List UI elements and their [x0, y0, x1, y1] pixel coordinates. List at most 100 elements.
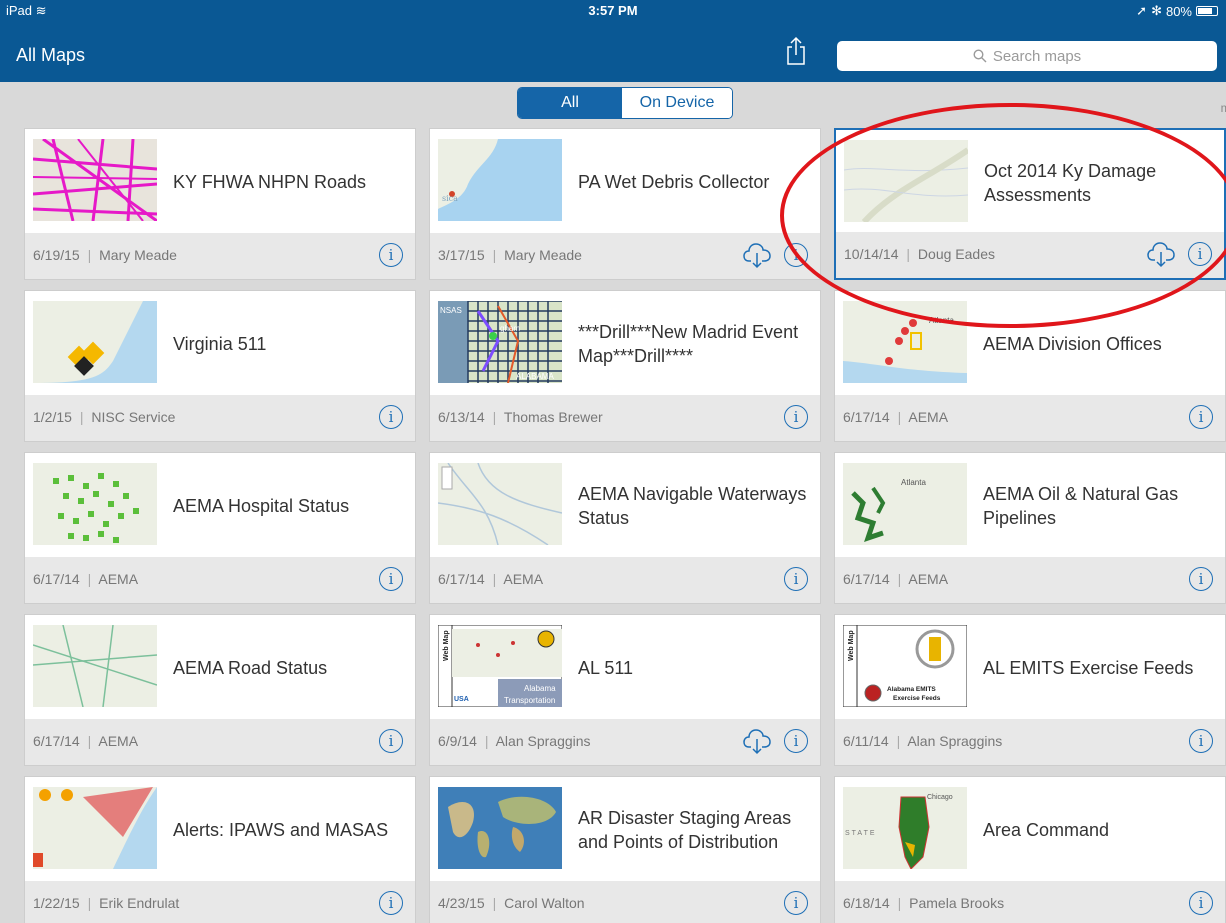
- map-meta: 1/22/15 | Erik Endrulat: [33, 895, 180, 911]
- download-button[interactable]: [742, 241, 772, 269]
- filter-all-tab[interactable]: All: [518, 88, 622, 118]
- thumb-label-state: STATE: [845, 830, 877, 837]
- info-icon: i: [388, 570, 394, 588]
- map-author: Alan Spraggins: [495, 733, 591, 749]
- map-thumbnail: [33, 787, 157, 869]
- thumb-label-chicago: Chicago: [927, 794, 953, 801]
- map-meta: 4/23/15 | Carol Walton: [438, 895, 585, 911]
- info-button[interactable]: i: [1189, 567, 1213, 591]
- info-icon: i: [793, 894, 799, 912]
- thumb-label-usa: USA: [454, 696, 469, 703]
- map-card[interactable]: AEMA Road Status 6/17/14 | AEMA i: [24, 614, 416, 766]
- info-button[interactable]: i: [784, 729, 808, 753]
- map-card[interactable]: sica PA Wet Debris Collector 3/17/15 | M…: [429, 128, 821, 280]
- map-author: Mary Meade: [504, 247, 582, 263]
- card-footer: 6/13/14 | Thomas Brewer i: [430, 395, 820, 441]
- map-meta: 3/17/15 | Mary Meade: [438, 247, 582, 263]
- map-thumbnail: NSAS gham ALABAMA: [438, 301, 562, 383]
- map-card[interactable]: AR Disaster Staging Areas and Points of …: [429, 776, 821, 923]
- thumb-label-alabama-2: Alabama: [524, 684, 556, 693]
- map-card[interactable]: AEMA Navigable Waterways Status 6/17/14 …: [429, 452, 821, 604]
- card-footer: 1/2/15 | NISC Service i: [25, 395, 415, 441]
- map-thumbnail: Web Map Alabama EMITS Exercise Feeds: [843, 625, 967, 707]
- filter-on-device-tab[interactable]: On Device: [622, 88, 732, 118]
- info-icon: i: [1198, 570, 1204, 588]
- map-card[interactable]: Chicago STATE Area Command 6/18/14 | Pam…: [834, 776, 1226, 923]
- map-date: 6/17/14: [33, 733, 80, 749]
- thumb-label-web-map: Web Map: [443, 630, 450, 661]
- info-icon: i: [793, 408, 799, 426]
- card-footer: 6/17/14 | AEMA i: [430, 557, 820, 603]
- search-placeholder: Search maps: [992, 47, 1082, 65]
- info-button[interactable]: i: [379, 729, 403, 753]
- bluetooth-icon: ✻: [1151, 3, 1162, 18]
- thumb-label-nsas: NSAS: [440, 306, 462, 315]
- share-button[interactable]: [785, 36, 807, 66]
- map-author: AEMA: [503, 571, 544, 587]
- info-icon: i: [1198, 732, 1204, 750]
- info-button[interactable]: i: [1189, 729, 1213, 753]
- search-input[interactable]: Search maps: [837, 41, 1217, 71]
- info-button[interactable]: i: [1189, 891, 1213, 915]
- info-button[interactable]: i: [379, 567, 403, 591]
- map-title: PA Wet Debris Collector: [578, 171, 770, 192]
- map-date: 4/23/15: [438, 895, 485, 911]
- map-card[interactable]: Web Map Alabama Transportation USA AL 51…: [429, 614, 821, 766]
- map-author: Alan Spraggins: [907, 733, 1003, 749]
- map-thumbnail: Web Map Alabama Transportation USA: [438, 625, 562, 707]
- info-button[interactable]: i: [784, 405, 808, 429]
- map-count: 12 map: [1220, 101, 1226, 115]
- map-thumbnail: [438, 787, 562, 869]
- thumb-label-feeds: Exercise Feeds: [893, 695, 941, 702]
- map-card[interactable]: NSAS gham ALABAMA ***Drill***New Madrid …: [429, 290, 821, 442]
- map-thumbnail: [438, 463, 562, 545]
- map-title: KY FHWA NHPN Roads: [173, 171, 367, 192]
- info-button[interactable]: i: [784, 567, 808, 591]
- map-card[interactable]: AEMA Hospital Status 6/17/14 | AEMA i: [24, 452, 416, 604]
- thumb-label-gham: gham: [500, 324, 520, 333]
- map-thumbnail: [33, 139, 157, 221]
- map-date: 6/17/14: [843, 571, 890, 587]
- share-icon: [787, 36, 805, 65]
- card-footer: 6/11/14 | Alan Spraggins i: [835, 719, 1225, 765]
- info-button[interactable]: i: [379, 891, 403, 915]
- map-author: AEMA: [98, 733, 139, 749]
- map-title: Area Command: [983, 819, 1110, 840]
- info-button[interactable]: i: [379, 243, 403, 267]
- thumb-label-alabama: ALABAMA: [516, 372, 554, 381]
- map-card[interactable]: KY FHWA NHPN Roads 6/19/15 | Mary Meade …: [24, 128, 416, 280]
- map-author: Carol Walton: [504, 895, 585, 911]
- info-button[interactable]: i: [1189, 405, 1213, 429]
- thumb-label-atlanta-2: Atlanta: [901, 478, 926, 487]
- info-button[interactable]: i: [784, 891, 808, 915]
- map-date: 6/11/14: [843, 733, 889, 749]
- location-arrow-icon: ➚: [1136, 3, 1148, 18]
- map-date: 6/9/14: [438, 733, 477, 749]
- filter-segmented-control: All On Device: [517, 87, 733, 119]
- map-card[interactable]: Web Map Alabama EMITS Exercise Feeds AL …: [834, 614, 1226, 766]
- thumb-label-transportation: Transportation: [504, 696, 555, 705]
- map-card[interactable]: Alerts: IPAWS and MASAS 1/22/15 | Erik E…: [24, 776, 416, 923]
- download-button[interactable]: [742, 727, 772, 755]
- page-title: All Maps: [16, 45, 86, 65]
- highlight-annotation: [780, 103, 1226, 328]
- card-footer: 6/9/14 | Alan Spraggins i: [430, 719, 820, 765]
- card-footer: 6/17/14 | AEMA i: [835, 557, 1225, 603]
- map-author: Pamela Brooks: [909, 895, 1005, 911]
- map-title: AEMA Hospital Status: [173, 495, 350, 516]
- info-button[interactable]: i: [379, 405, 403, 429]
- map-thumbnail: [33, 625, 157, 707]
- map-meta: 6/17/14 | AEMA: [843, 409, 949, 425]
- card-footer: 3/17/15 | Mary Meade i: [430, 233, 820, 279]
- map-card[interactable]: Atlanta AEMA Oil & Natural Gas Pipelines…: [834, 452, 1226, 604]
- map-card[interactable]: Virginia 511 1/2/15 | NISC Service i: [24, 290, 416, 442]
- map-meta: 6/9/14 | Alan Spraggins: [438, 733, 591, 749]
- map-title: Alerts: IPAWS and MASAS: [173, 819, 389, 840]
- map-date: 6/19/15: [33, 247, 80, 263]
- map-date: 6/18/14: [843, 895, 890, 911]
- info-icon: i: [793, 570, 799, 588]
- map-title: AEMA Oil & Natural Gas Pipelines: [983, 483, 1179, 528]
- map-author: Thomas Brewer: [503, 409, 603, 425]
- map-title: AEMA Road Status: [173, 657, 328, 678]
- card-footer: 6/17/14 | AEMA i: [835, 395, 1225, 441]
